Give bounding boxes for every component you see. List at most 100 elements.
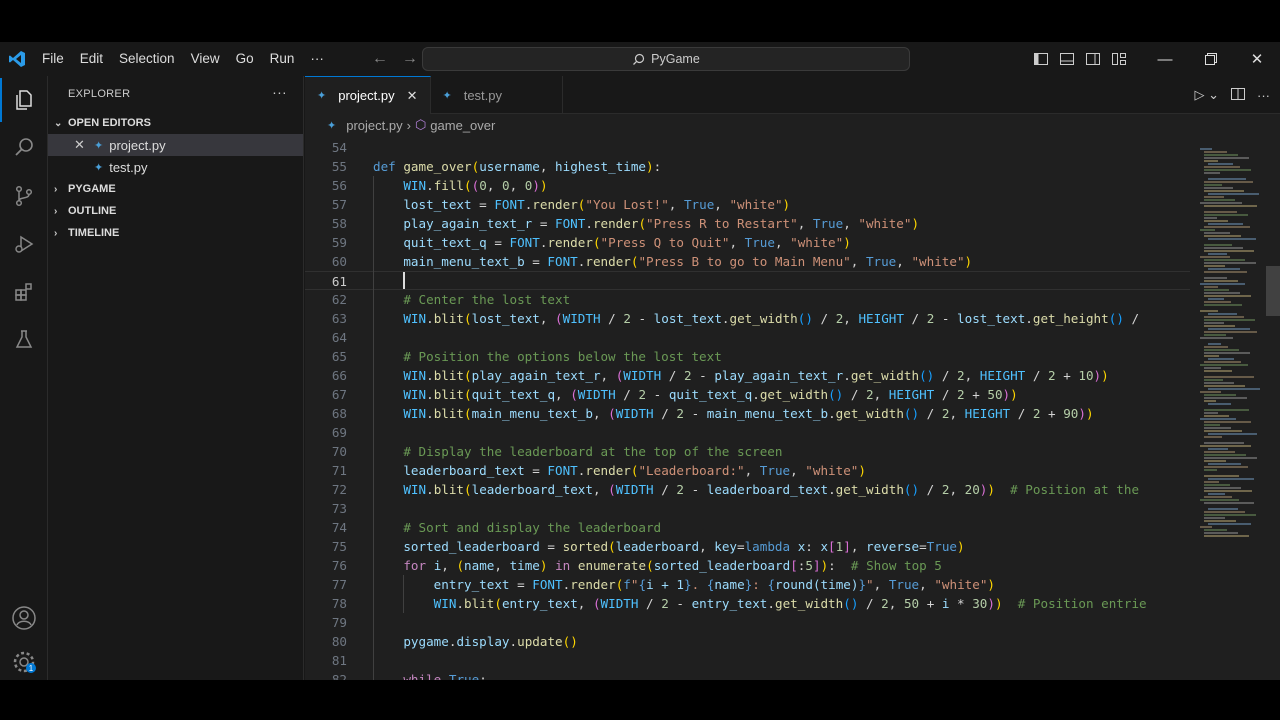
tab-label: test.py [463,87,503,103]
search-icon[interactable] [0,124,48,172]
forward-arrow-icon[interactable]: → [402,50,418,68]
code-line[interactable]: 71 leaderboard_text = FONT.render("Leade… [305,461,1190,480]
code-line[interactable]: 69 [305,423,1190,442]
code-line[interactable]: 77 entry_text = FONT.render(f"{i + 1}. {… [305,575,1190,594]
code-text: # Display the leaderboard at the top of … [403,444,783,459]
minimap-line [1204,442,1244,444]
menu-item-go[interactable]: Go [228,42,262,76]
pygame-section[interactable]: › PYGAME [48,178,303,200]
code-line[interactable]: 70 # Display the leaderboard at the top … [305,442,1190,461]
minimap-line [1200,337,1233,339]
code-line[interactable]: 78 WIN.blit(entry_text, (WIDTH / 2 - ent… [305,594,1190,613]
code-line[interactable]: 75 sorted_leaderboard = sorted(leaderboa… [305,537,1190,556]
extensions-icon[interactable] [0,268,48,316]
back-arrow-icon[interactable]: ← [372,50,388,68]
more-actions-icon[interactable]: ··· [272,84,287,100]
line-number: 66 [331,368,347,383]
code-line[interactable]: 59 quit_text_q = FONT.render("Press Q to… [305,233,1190,252]
menu-bar: File Edit Selection View Go Run ··· [34,42,332,76]
code-line[interactable]: 61 [305,271,1190,290]
minimap-line [1208,493,1225,495]
customize-layout-icon[interactable] [1106,42,1132,76]
code-line[interactable]: 80 pygame.display.update() [305,632,1190,651]
toggle-secondary-sidebar-icon[interactable] [1080,42,1106,76]
line-number: 57 [331,197,347,212]
run-debug-icon[interactable] [0,220,48,268]
minimap-line [1208,328,1250,330]
code-line[interactable]: 60 main_menu_text_b = FONT.render("Press… [305,252,1190,271]
minimap-line [1204,349,1239,351]
code-text: play_again_text_r = FONT.render("Press R… [403,216,920,231]
minimap-line [1204,517,1225,519]
code-line[interactable]: 64 [305,328,1190,347]
minimap-line [1204,172,1220,174]
breadcrumb-symbol[interactable]: game_over [430,118,495,133]
code-line[interactable]: 72 WIN.blit(leaderboard_text, (WIDTH / 2… [305,480,1190,499]
minimap-line [1204,181,1253,183]
code-line[interactable]: 82 while True: [305,670,1190,680]
menu-item-file[interactable]: File [34,42,72,76]
minimap-line [1200,445,1251,447]
source-control-icon[interactable] [0,172,48,220]
menu-item-view[interactable]: View [183,42,228,76]
gear-icon[interactable]: 1 [0,638,48,680]
line-number: 67 [331,387,347,402]
run-python-icon[interactable]: ▷ ⌄ [1194,87,1219,103]
code-line[interactable]: 68 WIN.blit(main_menu_text_b, (WIDTH / 2… [305,404,1190,423]
account-icon[interactable] [0,594,48,642]
code-line[interactable]: 66 WIN.blit(play_again_text_r, (WIDTH / … [305,366,1190,385]
code-line[interactable]: 63 WIN.blit(lost_text, (WIDTH / 2 - lost… [305,309,1190,328]
timeline-section[interactable]: › TIMELINE [48,222,303,244]
minimap-line [1204,319,1255,321]
tab-project-py[interactable]: ✦ project.py ✕ [305,76,431,114]
line-number: 55 [331,159,347,174]
code-text: main_menu_text_b = FONT.render("Press B … [403,254,973,269]
vertical-scrollbar[interactable] [1266,266,1280,316]
code-line[interactable]: 54 [305,138,1190,157]
minimap-line [1208,523,1251,525]
code-editor[interactable]: 54 55 def game_over(username, highest_time… [305,136,1190,680]
code-line[interactable]: 62 # Center the lost text [305,290,1190,309]
files-icon[interactable] [0,76,48,124]
minimize-button[interactable]: — [1142,42,1188,76]
split-editor-icon[interactable] [1231,87,1245,103]
close-icon[interactable]: ✕ [74,137,94,153]
code-line[interactable]: 73 [305,499,1190,518]
code-line[interactable]: 56 WIN.fill((0, 0, 0)) [305,176,1190,195]
minimap-line [1208,478,1254,480]
close-tab-icon[interactable]: ✕ [407,88,418,104]
breadcrumb-file[interactable]: project.py [346,118,402,133]
minimap-line [1208,223,1243,225]
minimap-line [1208,508,1238,510]
code-line[interactable]: 65 # Position the options below the lost… [305,347,1190,366]
code-line[interactable]: 67 WIN.blit(quit_text_q, (WIDTH / 2 - qu… [305,385,1190,404]
minimap[interactable] [1190,136,1265,680]
toggle-sidebar-icon[interactable] [1028,42,1054,76]
minimap-line [1204,235,1241,237]
toggle-panel-icon[interactable] [1054,42,1080,76]
open-editors-section[interactable]: ⌄ OPEN EDITORS [48,112,303,134]
menu-item-run[interactable]: Run [262,42,303,76]
outline-section[interactable]: › OUTLINE [48,200,303,222]
flask-icon[interactable] [0,316,48,364]
code-line[interactable]: 57 lost_text = FONT.render("You Lost!", … [305,195,1190,214]
minimap-line [1204,151,1227,153]
open-editor-project-py[interactable]: ✕ ✦ project.py [48,134,303,156]
code-line[interactable]: 74 # Sort and display the leaderboard [305,518,1190,537]
open-editor-test-py[interactable]: ✦ test.py [48,156,303,178]
menu-item-edit[interactable]: Edit [72,42,111,76]
close-window-button[interactable]: ✕ [1234,42,1280,76]
more-actions-icon[interactable]: ··· [1257,88,1270,103]
restore-button[interactable] [1188,42,1234,76]
code-line[interactable]: 76 for i, (name, time) in enumerate(sort… [305,556,1190,575]
line-number: 71 [331,463,347,478]
menu-more-icon[interactable]: ··· [302,42,332,76]
code-line[interactable]: 55 def game_over(username, highest_time): [305,157,1190,176]
tab-test-py[interactable]: ✦ test.py [431,76,564,114]
code-line[interactable]: 81 [305,651,1190,670]
section-label: OUTLINE [68,205,117,217]
code-line[interactable]: 79 [305,613,1190,632]
menu-item-selection[interactable]: Selection [111,42,183,76]
code-line[interactable]: 58 play_again_text_r = FONT.render("Pres… [305,214,1190,233]
command-center-search[interactable]: PyGame [422,47,910,71]
